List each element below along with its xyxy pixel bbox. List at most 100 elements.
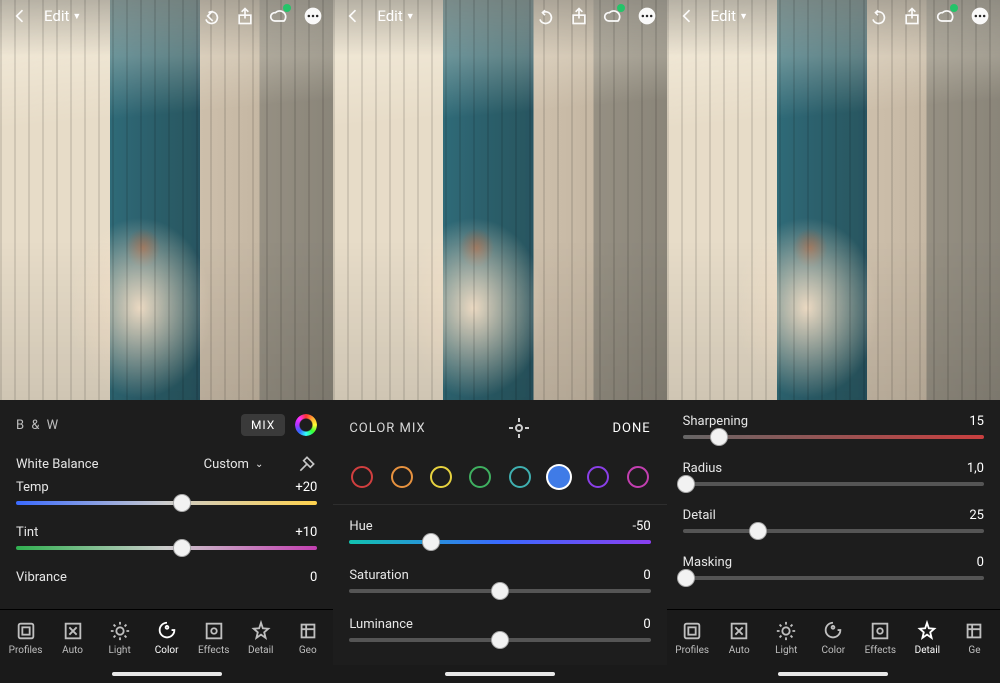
- radius-label: Radius: [683, 461, 722, 476]
- home-indicator: [0, 665, 333, 683]
- home-indicator: [333, 665, 666, 683]
- share-icon[interactable]: [902, 6, 922, 26]
- pane-color-mix: Edit▼ COLOR MIX DONE Hue-50 Saturation0: [333, 0, 666, 683]
- tab-auto[interactable]: Auto: [719, 620, 759, 656]
- lum-value: 0: [643, 617, 650, 632]
- geo-icon: [297, 620, 319, 642]
- tab-profiles[interactable]: Profiles: [6, 620, 46, 656]
- share-icon[interactable]: [235, 6, 255, 26]
- cloud-sync-icon[interactable]: [603, 6, 623, 26]
- sat-slider[interactable]: [349, 589, 650, 593]
- done-button[interactable]: DONE: [613, 421, 651, 436]
- cloud-sync-icon[interactable]: [936, 6, 956, 26]
- swatch-green[interactable]: [469, 466, 491, 488]
- tab-color[interactable]: Color: [813, 620, 853, 656]
- hue-label: Hue: [349, 519, 372, 534]
- slider-thumb[interactable]: [710, 428, 728, 446]
- eyedropper-icon[interactable]: [297, 454, 317, 474]
- mode-selector[interactable]: Edit▼: [377, 7, 414, 25]
- tab-light[interactable]: Light: [100, 620, 140, 656]
- back-icon[interactable]: [677, 6, 697, 26]
- top-bar: Edit▼: [667, 0, 1000, 32]
- detail-slider[interactable]: [683, 529, 984, 533]
- swatch-teal[interactable]: [509, 466, 531, 488]
- photo-preview[interactable]: [333, 0, 666, 400]
- tool-tabbar: Profiles Auto LightColorEffectsDetailGe: [667, 609, 1000, 665]
- undo-icon[interactable]: [201, 6, 221, 26]
- sharpen-value: 15: [969, 414, 984, 429]
- tint-label: Tint: [16, 525, 38, 540]
- slider-thumb[interactable]: [677, 475, 695, 493]
- tab-auto[interactable]: Auto: [53, 620, 93, 656]
- swatch-blue[interactable]: [548, 466, 570, 488]
- wb-value: Custom: [204, 457, 249, 472]
- color-icon: [156, 620, 178, 642]
- detail-icon: [250, 620, 272, 642]
- tab-label: Detail: [248, 645, 273, 656]
- undo-icon[interactable]: [535, 6, 555, 26]
- tab-label: Profiles: [675, 645, 709, 656]
- share-icon[interactable]: [569, 6, 589, 26]
- tab-detail[interactable]: Detail: [241, 620, 281, 656]
- wb-selector[interactable]: Custom ⌄: [204, 457, 264, 472]
- tab-geo[interactable]: Geo: [288, 620, 328, 656]
- sharpen-label: Sharpening: [683, 414, 748, 429]
- slider-thumb[interactable]: [491, 631, 509, 649]
- sharpen-slider[interactable]: [683, 435, 984, 439]
- tint-value: +10: [295, 525, 317, 540]
- tab-detail[interactable]: Detail: [907, 620, 947, 656]
- radius-slider[interactable]: [683, 482, 984, 486]
- mask-slider[interactable]: [683, 576, 984, 580]
- more-icon[interactable]: [970, 6, 990, 26]
- swatch-orange[interactable]: [391, 466, 413, 488]
- mode-selector[interactable]: Edit▼: [711, 7, 748, 25]
- bw-toggle[interactable]: B & W: [16, 418, 60, 433]
- temp-slider[interactable]: [16, 501, 317, 505]
- auto-icon: [62, 620, 84, 642]
- slider-thumb[interactable]: [173, 494, 191, 512]
- tab-ge[interactable]: Ge: [954, 620, 994, 656]
- more-icon[interactable]: [303, 6, 323, 26]
- swatch-red[interactable]: [351, 466, 373, 488]
- color-swatches: [333, 450, 666, 498]
- slider-thumb[interactable]: [677, 569, 695, 587]
- slider-thumb[interactable]: [173, 539, 191, 557]
- back-icon[interactable]: [343, 6, 363, 26]
- profiles-icon: [681, 620, 703, 642]
- slider-thumb[interactable]: [422, 533, 440, 551]
- photo-preview[interactable]: [667, 0, 1000, 400]
- swatch-yellow[interactable]: [430, 466, 452, 488]
- tab-label: Geo: [299, 645, 317, 656]
- tab-effects[interactable]: Effects: [194, 620, 234, 656]
- swatch-purple[interactable]: [587, 466, 609, 488]
- swatch-magenta[interactable]: [627, 466, 649, 488]
- more-icon[interactable]: [637, 6, 657, 26]
- top-bar: Edit▼: [333, 0, 666, 32]
- mix-button[interactable]: MIX: [241, 414, 285, 436]
- photo-preview[interactable]: [0, 0, 333, 400]
- cloud-sync-icon[interactable]: [269, 6, 289, 26]
- temp-value: +20: [295, 480, 317, 495]
- tint-slider[interactable]: [16, 546, 317, 550]
- tab-light[interactable]: Light: [766, 620, 806, 656]
- hue-ring-icon[interactable]: [295, 414, 317, 436]
- back-icon[interactable]: [10, 6, 30, 26]
- hue-slider[interactable]: [349, 540, 650, 544]
- temp-label: Temp: [16, 480, 49, 495]
- lum-slider[interactable]: [349, 638, 650, 642]
- tab-label: Auto: [729, 645, 750, 656]
- effects-icon: [203, 620, 225, 642]
- tab-label: Profiles: [9, 645, 43, 656]
- slider-thumb[interactable]: [749, 522, 767, 540]
- slider-thumb[interactable]: [491, 582, 509, 600]
- hue-value: -50: [632, 519, 650, 534]
- top-bar: Edit▼: [0, 0, 333, 32]
- undo-icon[interactable]: [868, 6, 888, 26]
- tab-effects[interactable]: Effects: [860, 620, 900, 656]
- tab-profiles[interactable]: Profiles: [672, 620, 712, 656]
- tab-color[interactable]: Color: [147, 620, 187, 656]
- target-adjust-icon[interactable]: [507, 416, 531, 440]
- home-indicator: [667, 665, 1000, 683]
- mode-selector[interactable]: Edit▼: [44, 7, 81, 25]
- sat-value: 0: [643, 568, 650, 583]
